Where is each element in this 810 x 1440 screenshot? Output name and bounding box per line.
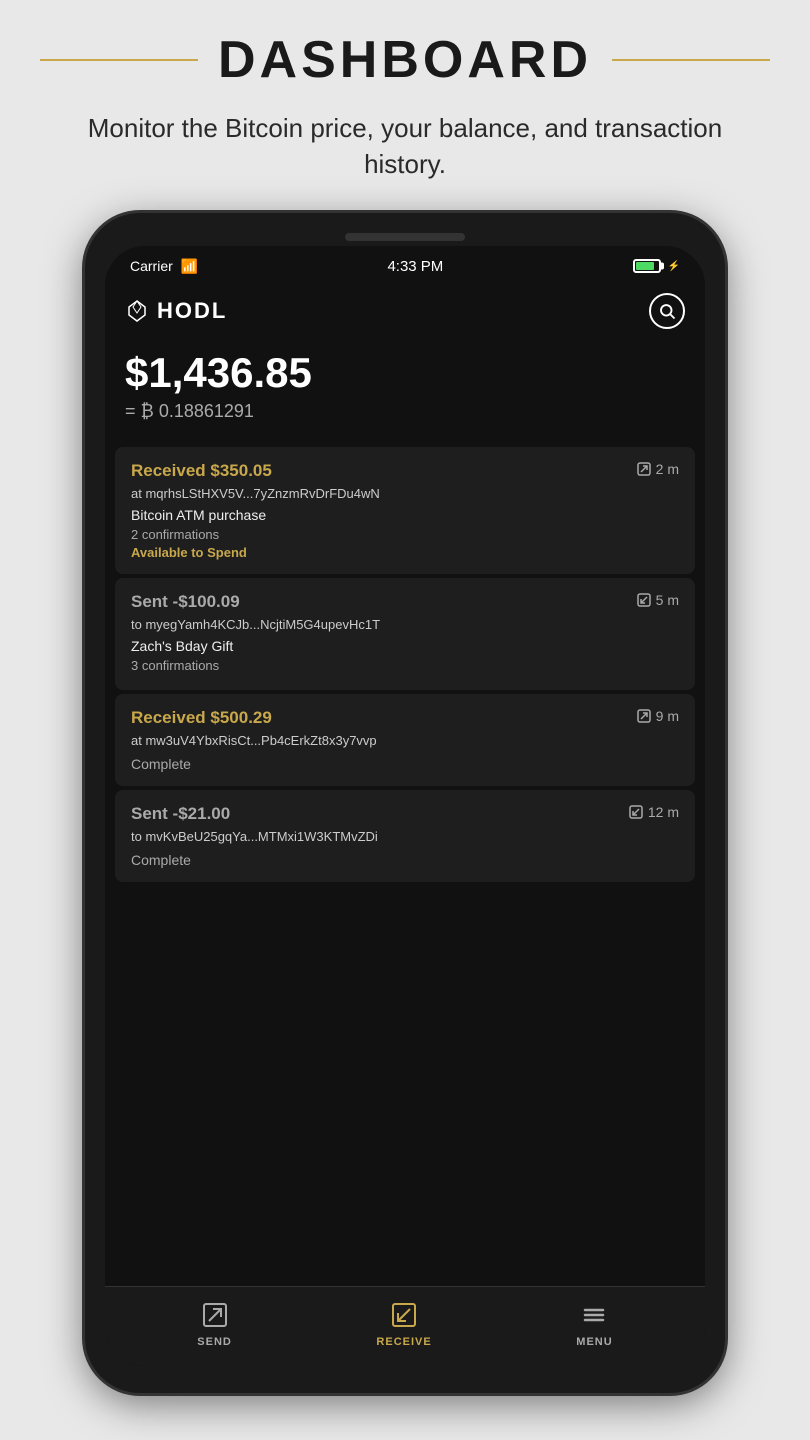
menu-icon: [578, 1299, 610, 1331]
nav-send[interactable]: SEND: [197, 1299, 232, 1348]
tx-address: to mvKvBeU25gqYa...MTMxi1W3KTMvZDi: [131, 829, 679, 844]
bottom-nav: SEND RECEIVE: [105, 1286, 705, 1366]
page-title: DASHBOARD: [218, 30, 592, 90]
tx-amount: Sent -$100.09: [131, 592, 240, 612]
transactions-list: Received $350.05 2 m at mqrhsLStHXV5V...…: [105, 447, 705, 1286]
tx-confirmations: 2 confirmations: [131, 527, 679, 542]
tx-status: Complete: [131, 852, 679, 868]
tx-label: Bitcoin ATM purchase: [131, 507, 679, 523]
list-item[interactable]: Sent -$100.09 5 m to myegYamh4KCJb...Ncj…: [115, 578, 695, 690]
phone-notch: [345, 233, 465, 241]
tx-time-value: 2 m: [656, 461, 679, 477]
nav-menu[interactable]: MENU: [576, 1299, 612, 1348]
phone-device: Carrier 📶 4:33 PM ⚡ HODL: [85, 213, 725, 1393]
tx-address: at mqrhsLStHXV5V...7yZnzmRvDrFDu4wN: [131, 486, 679, 501]
tx-row-top: Sent -$100.09 5 m: [131, 592, 679, 612]
tx-direction-icon: [637, 709, 651, 723]
tx-time-value: 9 m: [656, 708, 679, 724]
list-item[interactable]: Received $500.29 9 m at mw3uV4YbxRisCt..…: [115, 694, 695, 786]
tx-time-value: 5 m: [656, 592, 679, 608]
tx-row-top: Received $350.05 2 m: [131, 461, 679, 481]
tx-amount: Received $350.05: [131, 461, 272, 481]
tx-label: Zach's Bday Gift: [131, 638, 679, 654]
tx-status: Available to Spend: [131, 545, 679, 560]
hodl-logo: HODL: [125, 298, 227, 324]
tx-amount: Sent -$21.00: [131, 804, 230, 824]
status-time: 4:33 PM: [387, 258, 443, 275]
tx-time: 5 m: [637, 592, 679, 608]
charging-icon: ⚡: [668, 261, 680, 272]
tx-time: 2 m: [637, 461, 679, 477]
tx-row-top: Received $500.29 9 m: [131, 708, 679, 728]
tx-amount: Received $500.29: [131, 708, 272, 728]
balance-section: $1,436.85 = ₿ 0.18861291: [105, 334, 705, 447]
status-right: ⚡: [633, 259, 680, 273]
receive-nav-label: RECEIVE: [376, 1336, 431, 1348]
wifi-icon: 📶: [181, 258, 198, 275]
tx-time-value: 12 m: [648, 804, 679, 820]
balance-btc: = ₿ 0.18861291: [125, 401, 685, 422]
search-button[interactable]: [649, 293, 685, 329]
phone-notch-area: [105, 233, 705, 241]
send-nav-label: SEND: [197, 1336, 232, 1348]
tx-direction-icon: [629, 805, 643, 819]
tx-time: 9 m: [637, 708, 679, 724]
app-name: HODL: [157, 298, 227, 324]
phone-screen: Carrier 📶 4:33 PM ⚡ HODL: [105, 246, 705, 1366]
tx-status: Complete: [131, 756, 679, 772]
tx-address: to myegYamh4KCJb...NcjtiM5G4upevHc1T: [131, 617, 679, 632]
nav-receive[interactable]: RECEIVE: [376, 1299, 431, 1348]
page-subtitle: Monitor the Bitcoin price, your balance,…: [0, 100, 810, 213]
send-icon: [199, 1299, 231, 1331]
tx-direction-icon: [637, 593, 651, 607]
status-left: Carrier 📶: [130, 258, 198, 275]
tx-confirmations: 3 confirmations: [131, 658, 679, 673]
list-item[interactable]: Received $350.05 2 m at mqrhsLStHXV5V...…: [115, 447, 695, 574]
tx-address: at mw3uV4YbxRisCt...Pb4cErkZt8x3y7vvp: [131, 733, 679, 748]
status-bar: Carrier 📶 4:33 PM ⚡: [105, 246, 705, 283]
app-header: HODL: [105, 283, 705, 334]
header-line-right: [612, 59, 770, 61]
menu-nav-label: MENU: [576, 1336, 612, 1348]
battery-fill: [636, 262, 655, 270]
header-line-left: [40, 59, 198, 61]
receive-icon: [388, 1299, 420, 1331]
page-header: DASHBOARD: [0, 0, 810, 100]
tx-row-top: Sent -$21.00 12 m: [131, 804, 679, 824]
carrier-label: Carrier: [130, 258, 173, 274]
tx-time: 12 m: [629, 804, 679, 820]
list-item[interactable]: Sent -$21.00 12 m to mvKvBeU25gqYa...MTM…: [115, 790, 695, 882]
tx-direction-icon: [637, 462, 651, 476]
battery-icon: [633, 259, 661, 273]
balance-usd: $1,436.85: [125, 349, 685, 397]
hodl-diamond-icon: [125, 299, 149, 323]
